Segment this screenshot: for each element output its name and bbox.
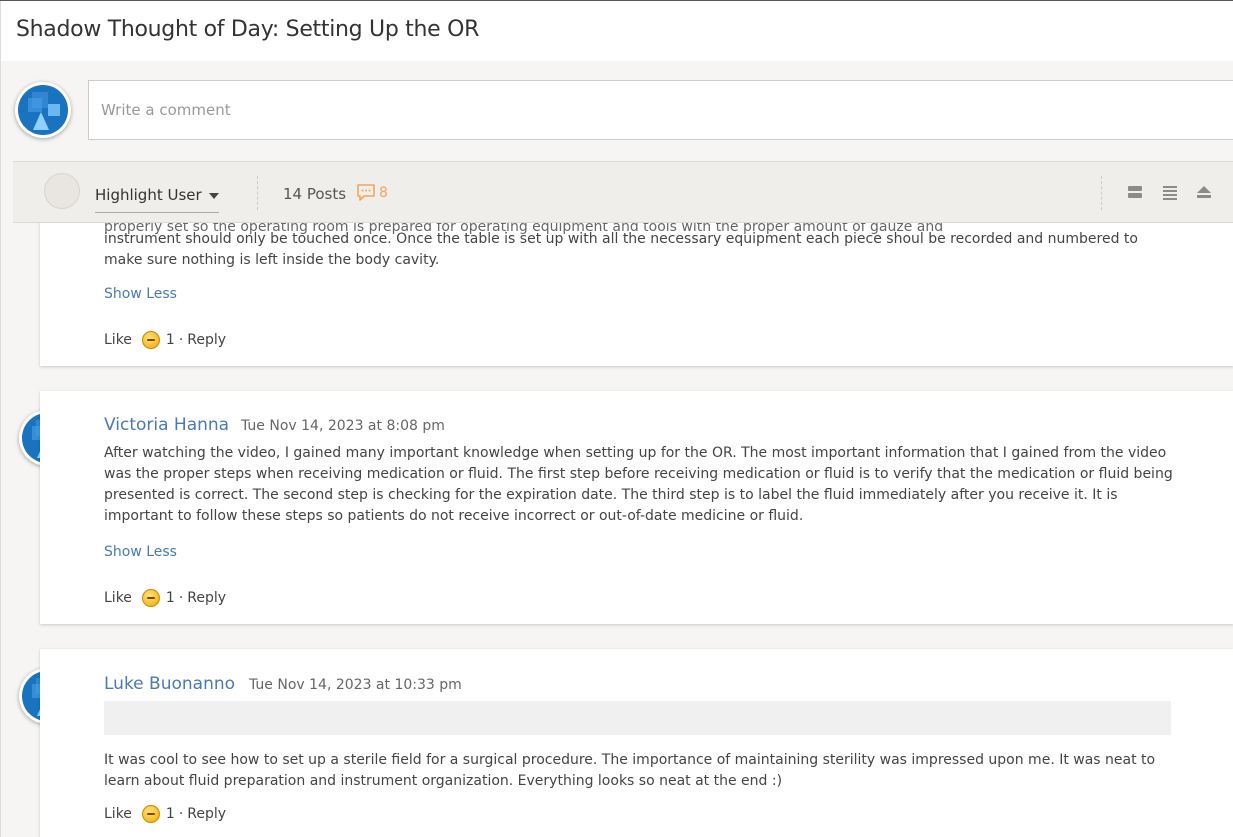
post-date: Tue Nov 14, 2023 at 8:08 pm: [241, 418, 445, 434]
discussion-feed[interactable]: properly set so the operating room is pr…: [0, 61, 1233, 837]
comment-composer[interactable]: [88, 80, 1233, 140]
post-actions: Like 1 · Reply: [104, 589, 226, 607]
toolbar-divider: [257, 176, 259, 210]
posts-count: 14 Posts: [283, 185, 347, 203]
page-title: Shadow Thought of Day: Setting Up the OR: [16, 17, 480, 42]
separator-dot: ·: [178, 332, 184, 348]
show-less-link[interactable]: Show Less: [104, 286, 177, 302]
header-bar: Shadow Thought of Day: Setting Up the OR: [0, 1, 1233, 61]
comment-input[interactable]: [89, 81, 1233, 139]
smiley-reaction-icon[interactable]: [141, 805, 160, 823]
toolbar-divider: [1101, 176, 1103, 210]
collapse-view-icon[interactable]: [1196, 184, 1212, 200]
reply-button[interactable]: Reply: [187, 806, 226, 822]
post-card: Victoria Hanna Tue Nov 14, 2023 at 8:08 …: [40, 391, 1233, 624]
post-actions: Like 1 · Reply: [104, 805, 226, 823]
post-card: properly set so the operating room is pr…: [40, 199, 1233, 366]
highlight-user-label: Highlight User: [95, 186, 202, 204]
discussion-toolbar: Highlight User 14 Posts 8: [13, 161, 1233, 223]
separator-dot: ·: [178, 806, 184, 822]
highlight-user-avatar: [44, 173, 80, 209]
smiley-reaction-icon[interactable]: [141, 331, 160, 349]
post-card: Luke Buonanno Tue Nov 14, 2023 at 10:33 …: [40, 649, 1233, 837]
card-view-icon[interactable]: [1127, 184, 1143, 200]
list-view-icon[interactable]: [1162, 184, 1178, 200]
separator-dot: ·: [178, 590, 184, 606]
like-button[interactable]: Like: [104, 806, 132, 822]
reply-button[interactable]: Reply: [187, 332, 226, 348]
reaction-count: 1: [165, 590, 175, 606]
like-button[interactable]: Like: [104, 332, 132, 348]
reaction-count: 1: [165, 806, 175, 822]
post-date: Tue Nov 14, 2023 at 10:33 pm: [249, 677, 462, 693]
post-body: After watching the video, I gained many …: [104, 445, 1173, 524]
author-name[interactable]: Victoria Hanna: [104, 415, 229, 435]
avatar-logo-icon: [18, 85, 68, 135]
post-actions: Like 1 · Reply: [104, 331, 226, 349]
show-less-link[interactable]: Show Less: [104, 544, 177, 560]
current-user-avatar: [15, 82, 71, 138]
author-name[interactable]: Luke Buonanno: [104, 674, 235, 694]
like-button[interactable]: Like: [104, 590, 132, 606]
smiley-reaction-icon[interactable]: [141, 589, 160, 607]
highlight-user-dropdown[interactable]: Highlight User: [95, 178, 219, 213]
attachment-placeholder: [104, 701, 1171, 735]
reaction-count: 1: [165, 332, 175, 348]
comment-bubble-icon: [357, 184, 375, 201]
reply-button[interactable]: Reply: [187, 590, 226, 606]
chevron-down-icon: [209, 193, 219, 199]
comment-count: 8: [379, 185, 388, 201]
post-body: instrument should only be touched once. …: [104, 231, 1138, 268]
post-body: It was cool to see how to set up a steri…: [104, 752, 1156, 789]
